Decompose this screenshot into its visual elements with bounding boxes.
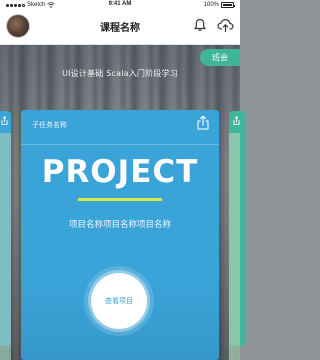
bell-icon[interactable] [193,18,207,32]
subtask-name: 子任务名称 [32,121,67,129]
project-description: 项目名称项目名称项目名称 [68,220,171,230]
course-subtitle: UI设计基础 Scala入门阶段学习 [62,69,178,78]
card-divider [21,144,219,145]
battery-icon [221,2,235,8]
class-meeting-tag[interactable]: 班会 [200,49,240,66]
top-bar: Sketch 9:41 AM 100% 课程名称 [0,0,240,45]
battery-percent: 100% [203,2,219,8]
card-header: 子任务名称 [21,110,219,141]
view-project-button[interactable]: 查看项目 [91,273,147,329]
share-icon [233,116,240,125]
title-underline [78,198,162,201]
cloud-upload-icon[interactable] [217,18,234,32]
project-title: PROJECT [41,154,199,190]
status-bar: Sketch 9:41 AM 100% [0,0,240,10]
share-icon[interactable] [197,115,209,130]
next-card-strip [229,133,240,360]
previous-card-strip [0,133,11,360]
previous-card[interactable] [0,111,11,360]
next-card[interactable] [229,111,245,360]
project-card[interactable]: 子任务名称 PROJECT 项目名称项目名称项目名称 查看项目 [21,110,219,360]
share-icon [1,116,8,125]
battery-group: 100% [203,2,235,8]
